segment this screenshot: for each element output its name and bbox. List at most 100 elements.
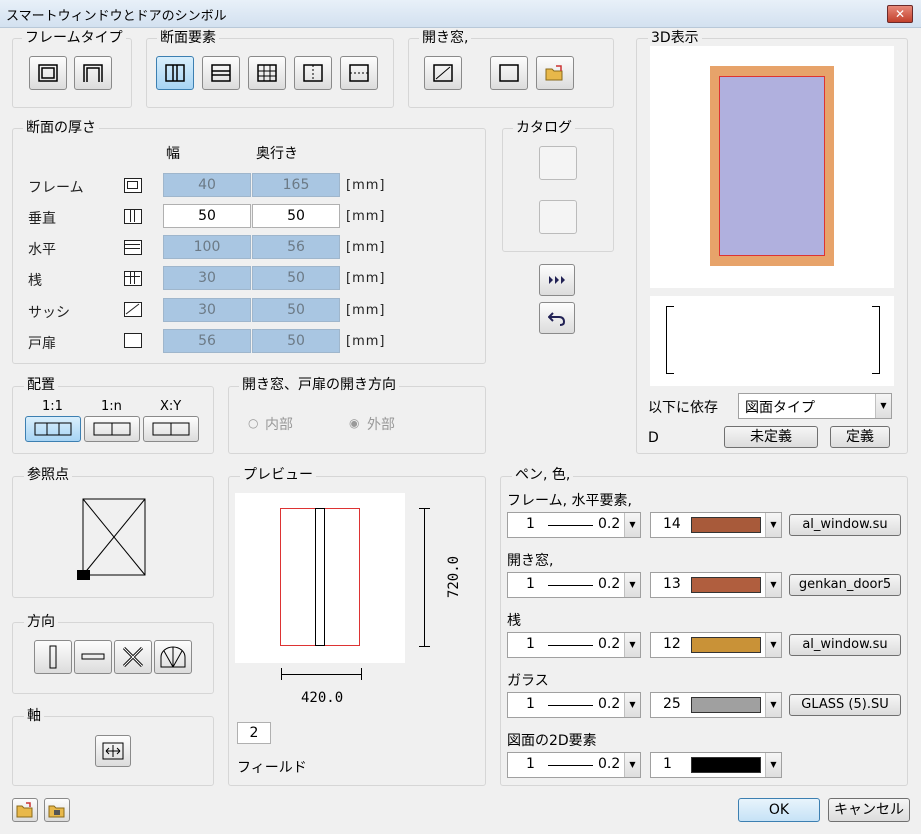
door-depth-field[interactable]: 50 [252,329,340,353]
row-label-frame: フレーム [28,180,84,196]
frame-depth-field[interactable]: 165 [252,173,340,197]
horizontal-depth-field[interactable]: 56 [252,235,340,259]
frame-open-button[interactable] [74,56,112,90]
unit-label: [mm] [346,303,386,318]
sash-depth-field[interactable]: 50 [252,298,340,322]
pen-weight-select[interactable]: 1 0.2 ▼ [507,632,641,658]
horizontal-width-field[interactable]: 100 [163,235,251,259]
horizontal-split-icon [211,64,231,82]
layout-opt2-label: 1:n [101,399,122,414]
view3d-label: 3D表示 [648,30,702,46]
row-label-mullion: 桟 [28,273,42,289]
door-panel-icon [124,333,142,348]
axis-flip-button[interactable] [95,735,131,767]
row-label-vertical: 垂直 [28,211,56,227]
section-vertical-dotted-button[interactable] [294,56,332,90]
open-settings-button[interactable] [12,798,38,822]
catalog-undo-button[interactable] [539,302,575,334]
door-width-field[interactable]: 56 [163,329,251,353]
ok-button[interactable]: OK [738,798,820,822]
material-button[interactable]: GLASS (5).SU [789,694,901,716]
vertical-depth-field[interactable]: 50 [252,204,340,228]
layout-xy-button[interactable] [143,416,199,442]
mullion-depth-field[interactable]: 50 [252,266,340,290]
plan-left-bracket [666,306,674,374]
chevron-down-icon: ▼ [624,753,640,777]
casement-plain-button[interactable] [490,56,528,90]
pen-color-select[interactable]: 13 ▼ [650,572,782,598]
material-button[interactable]: al_window.su [789,514,901,536]
material-button[interactable]: al_window.su [789,634,901,656]
unit-label: [mm] [346,240,386,255]
direction-vertical-button[interactable] [34,640,72,674]
save-settings-button[interactable] [44,798,70,822]
horizontal-dotted-icon [349,64,369,82]
close-button[interactable]: ✕ [887,5,913,23]
pen-number: 1 [526,696,535,712]
pen-group-title: 桟 [507,613,521,629]
catalog-slot-1[interactable] [539,146,577,180]
row-label-door: 戸扉 [28,336,56,352]
mullion-width-field[interactable]: 30 [163,266,251,290]
frame-width-field[interactable]: 40 [163,173,251,197]
section-horizontal-button[interactable] [202,56,240,90]
undefined-button[interactable]: 未定義 [724,426,818,448]
height-dimension-line [424,508,425,646]
layout-1ton-button[interactable] [84,416,140,442]
unit-label: [mm] [346,334,386,349]
define-button[interactable]: 定義 [830,426,890,448]
layout-opt1-label: 1:1 [42,399,63,414]
section-vertical-button[interactable] [156,56,194,90]
thickness-label: 断面の厚さ [23,120,99,136]
pen-weight-select[interactable]: 1 0.2 ▼ [507,512,641,538]
refpoint-label: 参照点 [24,467,72,483]
vertical-icon [124,209,142,224]
mullion-grid-icon [124,271,142,286]
pen-color-select[interactable]: 1 ▼ [650,752,782,778]
view3d-canvas[interactable] [650,46,894,288]
section-grid-button[interactable] [248,56,286,90]
chevron-down-icon: ▼ [624,513,640,537]
color-number: 12 [663,636,681,652]
chevron-down-icon: ▼ [765,633,781,657]
pen-color-select[interactable]: 25 ▼ [650,692,782,718]
frame-rect-button[interactable] [29,56,67,90]
casement-diagonal-button[interactable] [424,56,462,90]
axis-label: 軸 [24,708,44,724]
width-column-header: 幅 [166,146,180,162]
pen-group-title: ガラス [507,673,549,689]
pen-color-select[interactable]: 14 ▼ [650,512,782,538]
field-count-input[interactable]: 2 [237,722,271,744]
unit-label: [mm] [346,271,386,286]
pen-weight: 0.2 [598,696,621,712]
section-horizontal-dotted-button[interactable] [340,56,378,90]
material-button[interactable]: genkan_door5 [789,574,901,596]
pen-number: 1 [526,516,535,532]
pen-weight-select[interactable]: 1 0.2 ▼ [507,572,641,598]
folder-open-icon [545,65,563,81]
preview-canvas [235,493,405,663]
catalog-slot-2[interactable] [539,200,577,234]
pen-color-select[interactable]: 12 ▼ [650,632,782,658]
casement-open-file-button[interactable] [536,56,574,90]
direction-arc-button[interactable] [154,640,192,674]
pen-weight-select[interactable]: 1 0.2 ▼ [507,692,641,718]
catalog-forward-button[interactable] [539,264,575,296]
d-label: D [648,430,659,446]
radio-inside[interactable]: ○ [248,416,258,430]
title-bar: スマートウィンドウとドアのシンボル ✕ [0,0,921,28]
vertical-width-field[interactable]: 50 [163,204,251,228]
direction-cross-button[interactable] [114,640,152,674]
direction-horizontal-button[interactable] [74,640,112,674]
radio-outside[interactable]: ◉ [349,416,359,430]
pen-weight-select[interactable]: 1 0.2 ▼ [507,752,641,778]
refpoint-diagram[interactable] [76,496,148,582]
pen-number: 1 [526,576,535,592]
sash-width-field[interactable]: 30 [163,298,251,322]
pen-group-title: 開き窓, [507,553,554,569]
width-dimension-tick [361,668,362,680]
opening-direction-label: 開き窓、戸扉の開き方向 [239,377,399,393]
layout-1to1-button[interactable] [25,416,81,442]
cancel-button[interactable]: キャンセル [828,798,910,822]
depends-select[interactable]: 図面タイプ ▼ [738,393,892,419]
